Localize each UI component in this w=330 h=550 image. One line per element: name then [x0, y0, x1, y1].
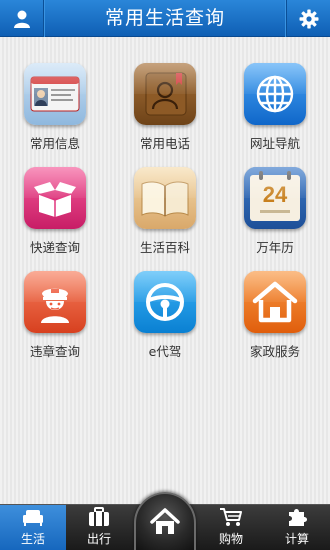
puzzle-icon [289, 509, 307, 526]
app-designated-driver[interactable]: e代驾 [110, 271, 220, 375]
app-label: 家政服务 [249, 344, 300, 359]
settings-button[interactable] [286, 0, 330, 37]
app-grid: 常用信息 常用电话 网址导航 快递查询 生活百科 24 万年历 违章查询 e代驾… [0, 63, 330, 375]
app-housekeeping[interactable]: 家政服务 [220, 271, 330, 375]
app-common-info[interactable]: 常用信息 [0, 63, 110, 167]
shopping-cart-icon [220, 508, 242, 526]
tab-label: 购物 [218, 532, 243, 546]
tab-life[interactable]: 生活 [0, 505, 66, 550]
tab-label: 生活 [20, 532, 45, 546]
app-label: 常用信息 [29, 136, 80, 151]
suitcase-icon [89, 507, 109, 526]
tab-label: 计算 [284, 532, 309, 546]
calendar-day: 24 [262, 182, 288, 207]
app-header: 常用生活查询 [0, 0, 330, 37]
calendar-icon: 24 [244, 167, 306, 229]
app-label: 违章查询 [29, 344, 80, 359]
app-common-phone[interactable]: 常用电话 [110, 63, 220, 167]
home-button[interactable] [134, 492, 196, 550]
app-label: 万年历 [256, 240, 294, 255]
page-title: 常用生活查询 [104, 7, 225, 29]
main-area: 常用信息 常用电话 网址导航 快递查询 生活百科 24 万年历 违章查询 e代驾… [0, 37, 330, 504]
tab-label: 出行 [86, 532, 111, 546]
home-icon [150, 508, 180, 534]
steering-wheel-icon [134, 271, 196, 333]
app-label: e代驾 [148, 344, 182, 359]
traffic-police-icon [24, 271, 86, 333]
id-card-icon [24, 63, 86, 125]
gear-icon [299, 9, 318, 28]
tab-travel[interactable]: 出行 [66, 505, 132, 550]
app-label: 生活百科 [139, 240, 190, 255]
sofa-icon [23, 510, 43, 526]
app-url-navigation[interactable]: 网址导航 [220, 63, 330, 167]
tab-calculate[interactable]: 计算 [264, 505, 330, 550]
tab-shopping[interactable]: 购物 [198, 505, 264, 550]
app-life-encyclopedia[interactable]: 生活百科 [110, 167, 220, 271]
contacts-book-icon [134, 63, 196, 125]
app-label: 网址导航 [249, 136, 300, 151]
globe-icon [244, 63, 306, 125]
app-label: 快递查询 [29, 240, 80, 255]
open-book-icon [134, 167, 196, 229]
app-traffic-violation[interactable]: 违章查询 [0, 271, 110, 375]
app-label: 常用电话 [139, 136, 190, 151]
app-express-query[interactable]: 快递查询 [0, 167, 110, 271]
house-icon [244, 271, 306, 333]
app-calendar[interactable]: 24 万年历 [220, 167, 330, 271]
package-icon [24, 167, 86, 229]
